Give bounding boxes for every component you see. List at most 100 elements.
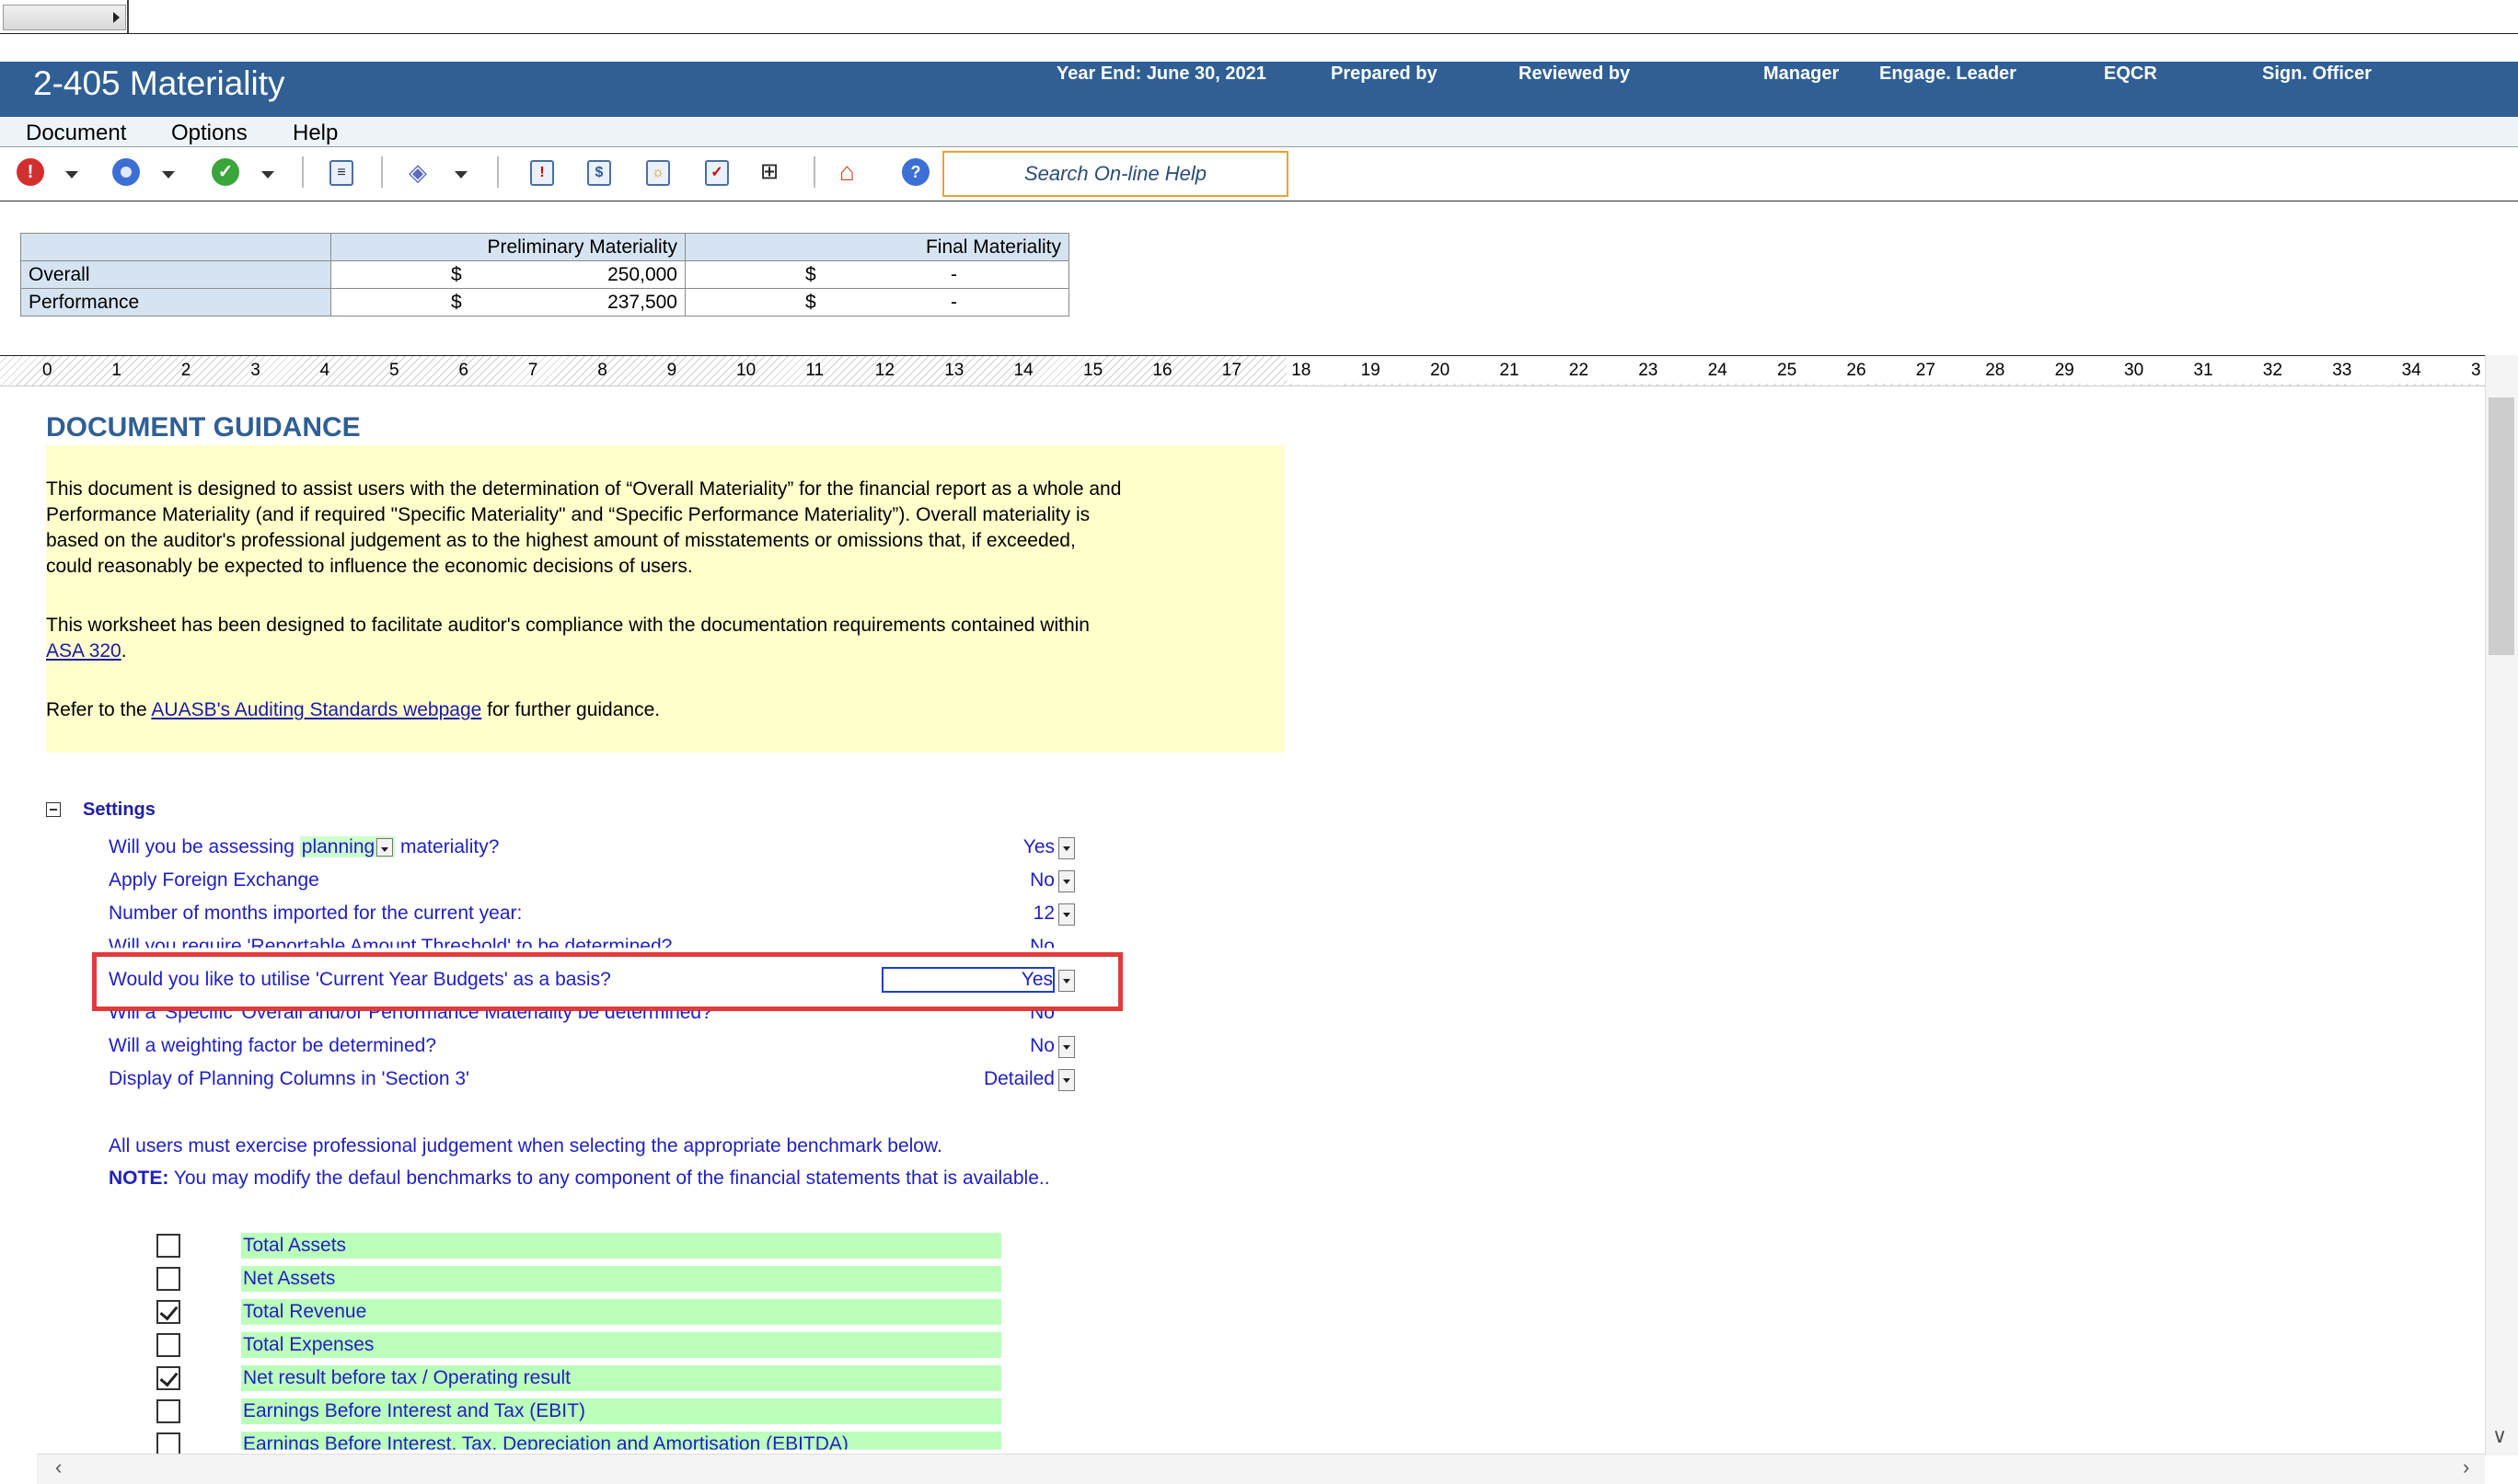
toolbar-separator bbox=[814, 156, 815, 188]
exclamation-icon[interactable]: ! bbox=[530, 160, 554, 186]
menu-options[interactable]: Options bbox=[171, 121, 248, 146]
ruler-mark: 2 bbox=[180, 361, 191, 380]
menu-help[interactable]: Help bbox=[293, 121, 338, 146]
expand-arrow-icon bbox=[113, 12, 120, 23]
row-label-overall: Overall bbox=[20, 260, 331, 289]
benchmark-label: Net Assets bbox=[241, 1266, 1001, 1292]
chevron-down-icon[interactable] bbox=[261, 171, 274, 178]
chevron-down-icon[interactable] bbox=[65, 171, 78, 178]
answer-weighting-factor[interactable]: No bbox=[920, 1035, 1055, 1057]
scroll-right-icon[interactable]: › bbox=[2463, 1455, 2469, 1479]
benchmark-checkbox[interactable] bbox=[156, 1300, 180, 1324]
setting-foreign-exchange: Apply Foreign Exchange bbox=[109, 869, 319, 891]
reviewed-by-label[interactable]: Reviewed by bbox=[1519, 63, 1630, 85]
circle-icon[interactable] bbox=[112, 158, 140, 186]
chevron-down-icon[interactable] bbox=[455, 171, 468, 178]
prepared-by-label[interactable]: Prepared by bbox=[1331, 63, 1438, 85]
benchmark-label: Earnings Before Interest and Tax (EBIT) bbox=[241, 1398, 1001, 1424]
ruler-mark: 24 bbox=[1707, 361, 1727, 380]
chevron-down-icon[interactable] bbox=[1058, 870, 1075, 892]
answer-planning-columns[interactable]: Detailed bbox=[920, 1068, 1055, 1090]
eqcr-label[interactable]: EQCR bbox=[2104, 63, 2157, 85]
chevron-down-icon[interactable] bbox=[1058, 903, 1075, 926]
guidance-text: Refer to the bbox=[46, 699, 152, 720]
toolbar-separator bbox=[302, 156, 304, 188]
insert-icon[interactable]: ⊞ bbox=[760, 158, 788, 186]
manager-label[interactable]: Manager bbox=[1763, 63, 1839, 85]
dollar-icon[interactable]: $ bbox=[587, 160, 611, 186]
chevron-down-icon[interactable] bbox=[1058, 1036, 1075, 1058]
guidance-line: could reasonably be expected to influenc… bbox=[46, 556, 693, 577]
ruler-mark: 10 bbox=[736, 361, 757, 380]
materiality-type-select[interactable]: planning bbox=[299, 836, 396, 857]
collapse-settings-icon[interactable] bbox=[46, 802, 61, 817]
benchmark-checkbox[interactable] bbox=[156, 1366, 180, 1390]
scroll-left-icon[interactable]: ‹ bbox=[55, 1455, 62, 1479]
answer-assessing[interactable]: Yes bbox=[920, 836, 1055, 858]
materiality-summary-table: Preliminary Materiality Final Materialit… bbox=[20, 233, 1069, 316]
ruler-mark: 4 bbox=[319, 361, 330, 380]
ruler-mark: 19 bbox=[1360, 361, 1380, 380]
ruler-mark: 28 bbox=[1985, 361, 2005, 380]
error-icon[interactable]: ! bbox=[17, 158, 44, 186]
ruler-mark: 5 bbox=[389, 361, 399, 380]
ruler-mark: 6 bbox=[458, 361, 468, 380]
ruler-mark: 14 bbox=[1013, 361, 1034, 380]
sign-officer-label[interactable]: Sign. Officer bbox=[2262, 63, 2372, 85]
ruler-mark: 18 bbox=[1291, 361, 1311, 380]
scroll-down-icon[interactable]: ∨ bbox=[2492, 1424, 2507, 1448]
chevron-down-icon[interactable] bbox=[162, 171, 175, 178]
benchmark-checkbox[interactable] bbox=[156, 1267, 180, 1291]
answer-months-imported[interactable]: 12 bbox=[920, 903, 1055, 925]
layers-icon[interactable]: ◈ bbox=[409, 158, 436, 186]
benchmark-checkbox[interactable] bbox=[156, 1399, 180, 1423]
asa-320-link[interactable]: ASA 320 bbox=[46, 640, 121, 661]
guidance-text: for further guidance. bbox=[481, 699, 661, 720]
benchmark-checkbox[interactable] bbox=[156, 1234, 180, 1258]
guidance-title: DOCUMENT GUIDANCE bbox=[46, 412, 361, 443]
chevron-down-icon[interactable] bbox=[376, 838, 394, 857]
menu-document[interactable]: Document bbox=[26, 121, 126, 146]
benchmark-label: Total Revenue bbox=[241, 1299, 1001, 1325]
help-icon[interactable]: ? bbox=[902, 158, 930, 186]
checklist-icon[interactable]: ✓ bbox=[705, 160, 729, 186]
guidance-paragraph: This worksheet has been designed to faci… bbox=[46, 613, 1242, 664]
chevron-down-icon[interactable] bbox=[1058, 837, 1075, 859]
form-icon[interactable]: ≡ bbox=[329, 160, 353, 186]
toolbar-separator bbox=[497, 156, 499, 188]
sun-icon[interactable]: ☼ bbox=[646, 160, 670, 186]
guidance-line: This worksheet has been designed to faci… bbox=[46, 615, 1090, 636]
formula-strip bbox=[0, 0, 2518, 34]
checkmark-icon[interactable]: ✓ bbox=[212, 158, 239, 186]
chevron-down-icon[interactable] bbox=[1058, 1069, 1075, 1091]
column-header-preliminary: Preliminary Materiality bbox=[330, 233, 686, 261]
ruler-mark: 16 bbox=[1152, 361, 1172, 380]
table-row: Performance $ 237,500 $ - bbox=[20, 288, 1069, 316]
vertical-scroll-thumb[interactable] bbox=[2489, 397, 2514, 655]
checkmark-icon bbox=[159, 1301, 179, 1321]
horizontal-scrollbar[interactable] bbox=[37, 1454, 2485, 1484]
ruler-mark: 8 bbox=[597, 361, 607, 380]
answer-foreign-exchange[interactable]: No bbox=[920, 869, 1055, 892]
toolbar-separator bbox=[381, 156, 383, 188]
auasb-webpage-link[interactable]: AUASB's Auditing Standards webpage bbox=[151, 699, 481, 720]
name-box[interactable] bbox=[3, 5, 126, 30]
settings-title: Settings bbox=[83, 800, 156, 820]
engage-leader-label[interactable]: Engage. Leader bbox=[1879, 63, 2016, 85]
ruler-mark: 30 bbox=[2124, 361, 2144, 380]
home-icon[interactable]: ⌂ bbox=[839, 158, 867, 186]
ruler-mark: 15 bbox=[1083, 361, 1103, 380]
guidance-paragraph: Refer to the AUASB's Auditing Standards … bbox=[46, 697, 1242, 723]
benchmark-label: Total Assets bbox=[241, 1233, 1001, 1259]
ruler-mark: 13 bbox=[944, 361, 964, 380]
preliminary-performance-value: 237,500 bbox=[560, 288, 686, 316]
currency-symbol: $ bbox=[330, 288, 560, 316]
ruler-mark: 3 bbox=[2471, 361, 2481, 380]
question-text: materiality? bbox=[395, 836, 500, 857]
row-label-performance: Performance bbox=[20, 288, 331, 316]
ruler-mark: 26 bbox=[1846, 361, 1866, 380]
ruler-mark: 34 bbox=[2401, 361, 2421, 380]
search-help-input[interactable]: Search On-line Help bbox=[942, 151, 1288, 197]
checkmark-icon bbox=[159, 1367, 179, 1387]
benchmark-checkbox[interactable] bbox=[156, 1333, 180, 1357]
